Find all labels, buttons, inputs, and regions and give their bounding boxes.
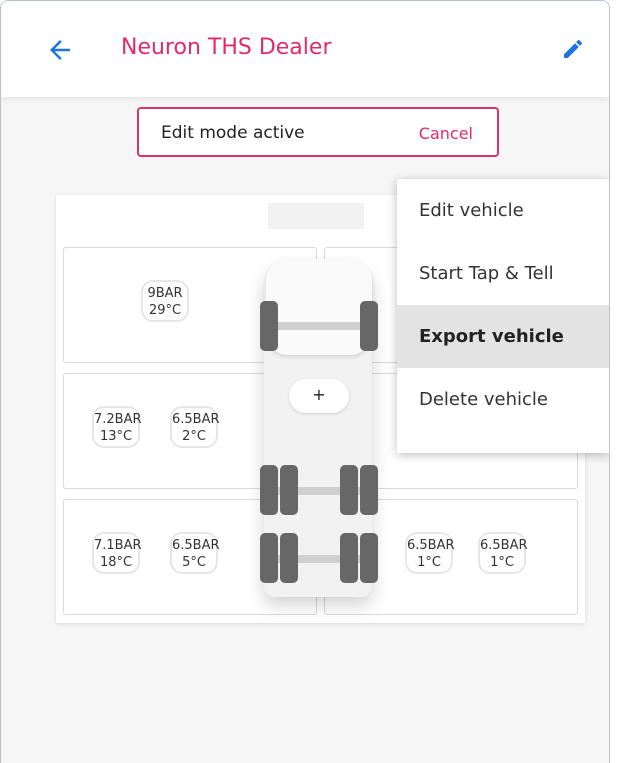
tire-pressure: 7.1BAR: [94, 538, 142, 553]
page-title: Neuron THS Dealer: [121, 35, 332, 60]
tire-badge[interactable]: 6.5BAR 5°C: [170, 532, 220, 574]
wheel-rear-right-outer: [360, 533, 378, 583]
tire-pressure: 6.5BAR: [480, 538, 528, 553]
wheel-front-right: [360, 301, 378, 351]
app-frame: Neuron THS Dealer Edit mode active Cance…: [0, 0, 610, 763]
pencil-icon: [564, 39, 583, 58]
vehicle-context-menu: Edit vehicle Start Tap & Tell Export veh…: [397, 179, 609, 453]
tire-temperature: 29°C: [148, 303, 182, 318]
tire-temperature: 1°C: [417, 555, 441, 570]
vehicle-diagram: +: [258, 259, 380, 597]
tire-temperature: 1°C: [490, 555, 514, 570]
menu-item-export-vehicle[interactable]: Export vehicle: [397, 305, 609, 368]
vehicle-cab: [266, 259, 372, 355]
edit-mode-banner: Edit mode active Cancel: [137, 107, 499, 157]
tire-pressure: 9BAR: [147, 286, 183, 301]
tire-badge[interactable]: 6.5BAR 2°C: [170, 406, 220, 448]
wheel-rear-right-inner: [340, 533, 358, 583]
tire-badge[interactable]: 6.5BAR 1°C: [478, 532, 528, 574]
tire-pressure: 6.5BAR: [407, 538, 455, 553]
cancel-edit-button[interactable]: Cancel: [419, 124, 473, 143]
back-button[interactable]: [45, 35, 75, 65]
tire-pressure: 7.2BAR: [94, 412, 142, 427]
tire-pressure: 6.5BAR: [172, 412, 220, 427]
menu-item-delete-vehicle[interactable]: Delete vehicle: [397, 368, 609, 431]
wheel-middle-right-outer: [360, 465, 378, 515]
wheel-middle-left-outer: [260, 465, 278, 515]
app-bar: Neuron THS Dealer: [1, 1, 609, 97]
tire-badge[interactable]: 9BAR 29°C: [141, 280, 189, 322]
tire-badge[interactable]: 6.5BAR 1°C: [405, 532, 455, 574]
tire-badge[interactable]: 7.2BAR 13°C: [92, 406, 142, 448]
board-header: [268, 203, 364, 229]
tire-temperature: 13°C: [99, 429, 133, 444]
tire-temperature: 5°C: [182, 555, 206, 570]
wheel-front-left: [260, 301, 278, 351]
tire-pressure: 6.5BAR: [172, 538, 220, 553]
menu-item-edit-vehicle[interactable]: Edit vehicle: [397, 179, 609, 242]
tire-temperature: 18°C: [99, 555, 133, 570]
wheel-middle-left-inner: [280, 465, 298, 515]
wheel-middle-right-inner: [340, 465, 358, 515]
wheel-rear-left-outer: [260, 533, 278, 583]
tire-badge[interactable]: 7.1BAR 18°C: [92, 532, 142, 574]
front-axle: [273, 322, 365, 330]
arrow-left-icon: [50, 40, 70, 60]
menu-item-start-tap-tell[interactable]: Start Tap & Tell: [397, 242, 609, 305]
edit-mode-message: Edit mode active: [161, 123, 305, 143]
edit-button[interactable]: [561, 37, 585, 61]
wheel-rear-left-inner: [280, 533, 298, 583]
tire-temperature: 2°C: [182, 429, 206, 444]
add-axle-button[interactable]: +: [289, 379, 349, 413]
